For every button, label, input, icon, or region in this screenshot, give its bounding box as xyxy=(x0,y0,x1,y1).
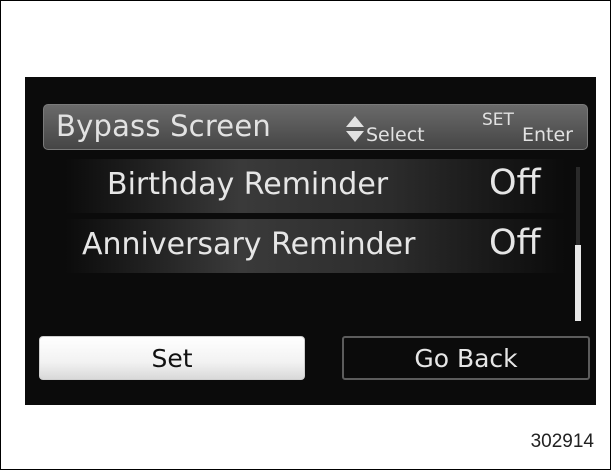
display-screen: Bypass Screen Select SET Enter Birthday … xyxy=(25,77,596,405)
setting-value: Off xyxy=(489,223,541,263)
setting-label: Anniversary Reminder xyxy=(82,227,416,262)
select-hint: Select xyxy=(366,124,425,146)
header-bar: Bypass Screen Select SET Enter xyxy=(43,104,588,150)
figure-number: 302914 xyxy=(530,431,594,452)
setting-row-birthday[interactable]: Birthday Reminder Off xyxy=(65,159,565,213)
set-button[interactable]: Set xyxy=(39,336,305,380)
figure-frame: Bypass Screen Select SET Enter Birthday … xyxy=(0,0,611,470)
scrollbar-thumb[interactable] xyxy=(575,245,581,321)
screen-title: Bypass Screen xyxy=(56,109,271,143)
enter-hint: Enter xyxy=(522,124,573,146)
up-down-arrows-icon xyxy=(346,116,364,142)
go-back-button[interactable]: Go Back xyxy=(342,336,590,380)
set-button-label: Set xyxy=(151,344,193,373)
setting-label: Birthday Reminder xyxy=(107,167,389,202)
setting-row-anniversary[interactable]: Anniversary Reminder Off xyxy=(65,219,565,273)
go-back-button-label: Go Back xyxy=(414,344,518,373)
setting-value: Off xyxy=(489,163,541,203)
set-key-icon: SET xyxy=(482,110,514,130)
